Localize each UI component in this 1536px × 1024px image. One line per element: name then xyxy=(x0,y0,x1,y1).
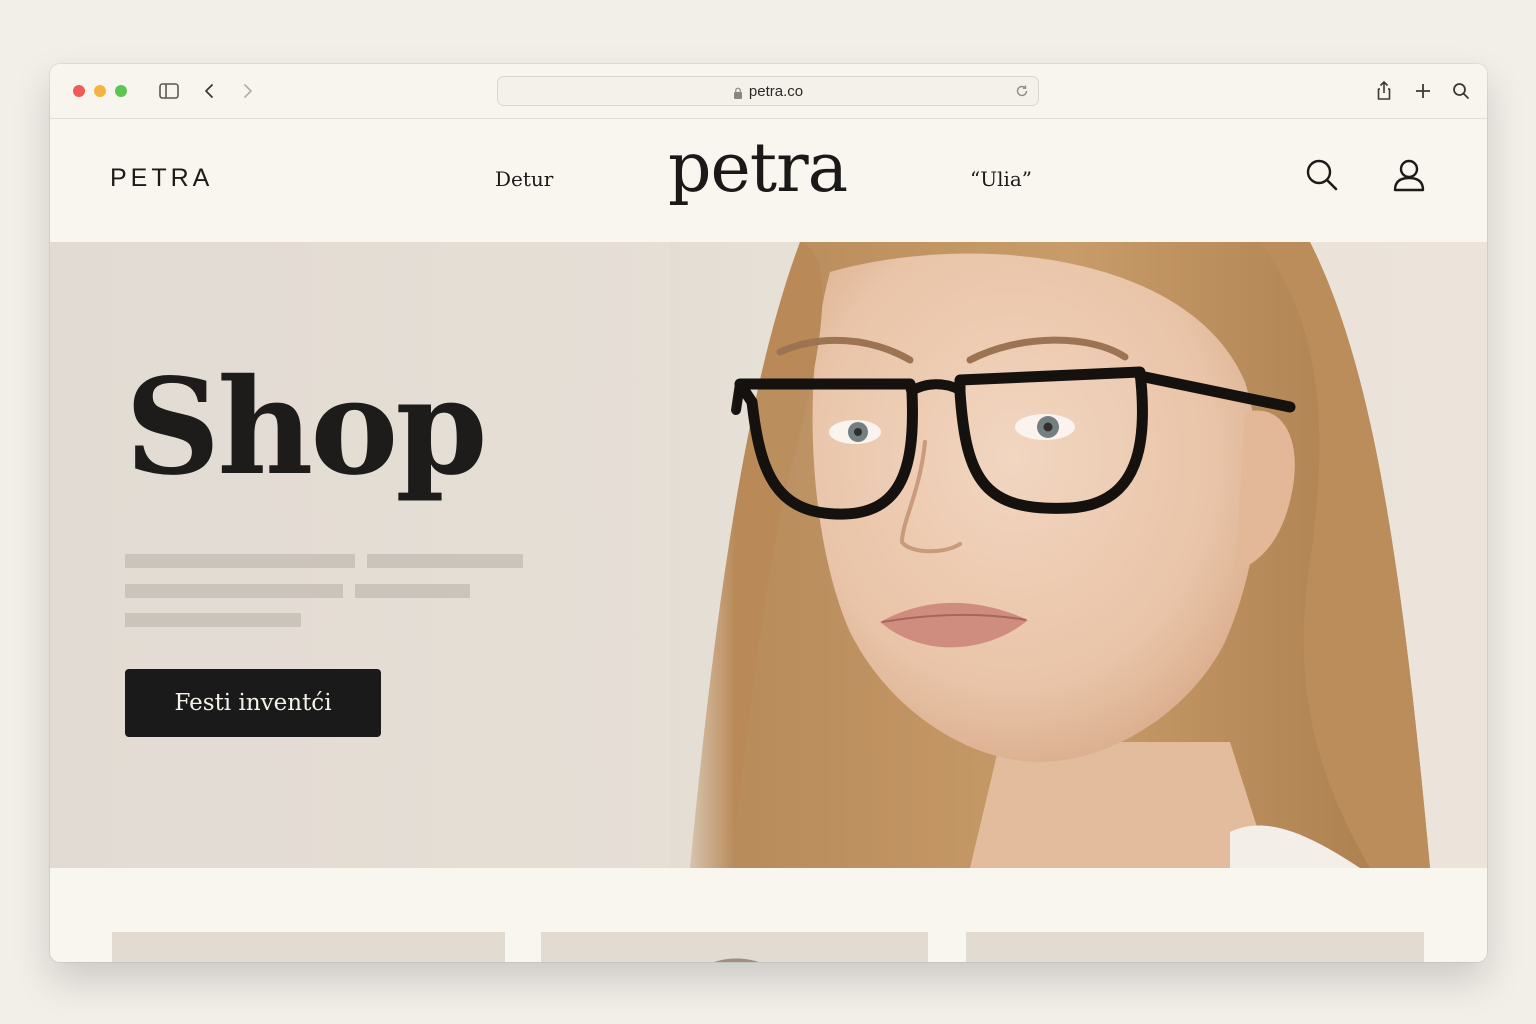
close-window-button[interactable] xyxy=(73,85,85,97)
hero-title: Shop xyxy=(125,350,488,505)
maximize-window-button[interactable] xyxy=(115,85,127,97)
hero-portrait-image xyxy=(670,242,1487,868)
placeholder-text-line xyxy=(125,554,355,568)
nav-link-detur[interactable]: Detur xyxy=(495,167,553,191)
hero-banner: Shop Festi inventći xyxy=(50,242,1487,868)
minimize-window-button[interactable] xyxy=(94,85,106,97)
reload-icon[interactable] xyxy=(1014,83,1030,99)
product-grid xyxy=(50,868,1487,962)
search-icon[interactable] xyxy=(1304,157,1340,193)
browser-search-icon[interactable] xyxy=(1448,78,1474,104)
back-icon[interactable] xyxy=(197,78,223,104)
site-header: PETRA Detur petra “Ulia” xyxy=(50,119,1487,242)
product-card[interactable] xyxy=(541,932,928,962)
address-bar[interactable]: petra.co xyxy=(497,76,1039,106)
placeholder-text-line xyxy=(367,554,523,568)
account-icon[interactable] xyxy=(1391,157,1427,193)
share-icon[interactable] xyxy=(1371,78,1397,104)
brand-logo[interactable]: petra xyxy=(668,129,848,208)
placeholder-text-line xyxy=(125,613,301,627)
browser-window: petra.co PETRA Detur petra “Ulia” Shop F… xyxy=(50,64,1487,962)
forward-icon[interactable] xyxy=(234,78,260,104)
lock-icon xyxy=(733,86,743,99)
placeholder-text-line xyxy=(355,584,470,598)
brand-wordmark[interactable]: PETRA xyxy=(110,164,213,193)
hero-cta-button[interactable]: Festi inventći xyxy=(125,669,381,737)
placeholder-text-line xyxy=(125,584,343,598)
new-tab-icon[interactable] xyxy=(1410,78,1436,104)
sidebar-icon[interactable] xyxy=(156,78,182,104)
nav-link-ulia[interactable]: “Ulia” xyxy=(970,167,1032,191)
product-card[interactable] xyxy=(112,932,505,962)
url-text: petra.co xyxy=(748,82,804,100)
product-card[interactable] xyxy=(966,932,1424,962)
browser-toolbar: petra.co xyxy=(50,64,1487,119)
